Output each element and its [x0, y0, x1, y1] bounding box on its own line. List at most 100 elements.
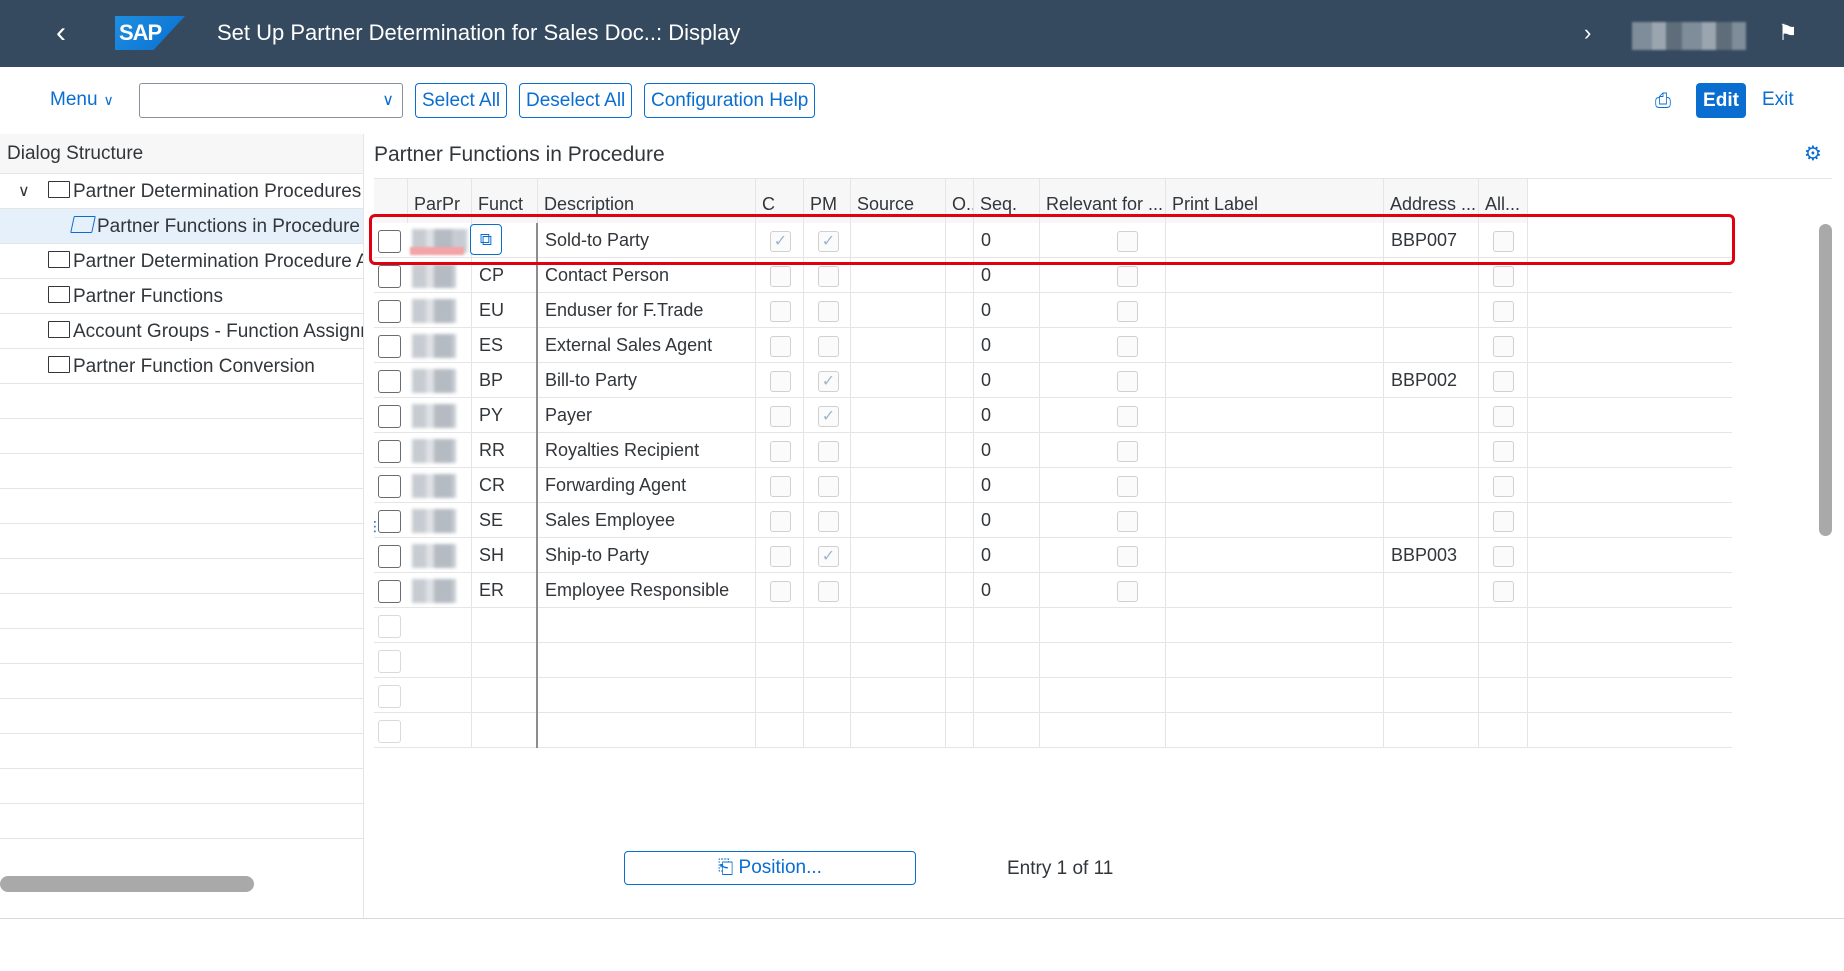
table-cell[interactable] — [804, 503, 851, 538]
checkbox[interactable] — [1117, 266, 1138, 287]
table-cell[interactable] — [1040, 468, 1166, 503]
table-cell[interactable] — [1479, 713, 1528, 748]
table-cell[interactable] — [1040, 538, 1166, 573]
vertical-scrollbar[interactable] — [1819, 224, 1832, 536]
table-cell[interactable]: Sales Employee — [538, 503, 756, 538]
table-row[interactable]: BP Bill-to Party ✓ 0 BBP002 — [374, 363, 1732, 398]
table-cell[interactable] — [1384, 713, 1479, 748]
table-cell[interactable] — [408, 293, 472, 328]
table-cell[interactable] — [1166, 608, 1384, 643]
table-cell[interactable] — [1384, 503, 1479, 538]
checkbox[interactable] — [818, 511, 839, 532]
table-cell[interactable] — [1479, 643, 1528, 678]
table-cell[interactable]: External Sales Agent — [538, 328, 756, 363]
table-cell[interactable] — [946, 503, 974, 538]
checkbox[interactable] — [770, 546, 791, 567]
checkbox-checked[interactable]: ✓ — [818, 546, 839, 567]
table-cell[interactable]: 0 — [974, 433, 1040, 468]
table-cell[interactable]: ✓ — [804, 538, 851, 573]
table-row[interactable]: ES External Sales Agent 0 — [374, 328, 1732, 363]
table-cell[interactable] — [946, 363, 974, 398]
table-cell[interactable]: RR — [472, 433, 538, 468]
table-cell[interactable]: 0 — [974, 573, 1040, 608]
table-cell[interactable] — [804, 713, 851, 748]
table-row[interactable]: SH Ship-to Party ✓ 0 BBP003 — [374, 538, 1732, 573]
table-cell[interactable] — [1479, 293, 1528, 328]
table-cell[interactable] — [408, 503, 472, 538]
table-cell[interactable] — [804, 608, 851, 643]
table-cell[interactable] — [1166, 363, 1384, 398]
table-cell[interactable] — [408, 608, 472, 643]
table-cell[interactable] — [1479, 398, 1528, 433]
table-cell[interactable]: Ship-to Party — [538, 538, 756, 573]
table-cell[interactable]: 0 — [974, 328, 1040, 363]
row-select-checkbox[interactable] — [378, 335, 401, 358]
configuration-help-button[interactable]: Configuration Help — [644, 83, 816, 118]
table-cell[interactable] — [472, 713, 538, 748]
horizontal-scrollbar[interactable] — [0, 876, 254, 892]
tree-item-procedure-assignment[interactable]: Partner Determination Procedure Assignme… — [0, 244, 363, 279]
table-cell[interactable] — [756, 363, 804, 398]
table-cell[interactable] — [946, 328, 974, 363]
table-cell[interactable] — [804, 573, 851, 608]
position-button[interactable]: ⎗ Position... — [624, 851, 916, 885]
checkbox[interactable] — [1117, 511, 1138, 532]
checkbox[interactable] — [818, 441, 839, 462]
row-select-checkbox[interactable] — [378, 545, 401, 568]
table-cell[interactable] — [804, 433, 851, 468]
table-cell[interactable] — [756, 503, 804, 538]
table-cell[interactable] — [472, 678, 538, 713]
table-cell[interactable] — [1384, 678, 1479, 713]
table-cell[interactable] — [1040, 608, 1166, 643]
table-cell[interactable] — [472, 608, 538, 643]
table-cell[interactable] — [851, 468, 946, 503]
table-cell[interactable] — [804, 643, 851, 678]
table-cell[interactable] — [1166, 573, 1384, 608]
table-cell[interactable]: CR — [472, 468, 538, 503]
table-cell[interactable] — [756, 328, 804, 363]
select-all-button[interactable]: Select All — [415, 83, 508, 118]
table-cell[interactable]: ES — [472, 328, 538, 363]
table-cell[interactable] — [946, 608, 974, 643]
table-cell[interactable]: 0 — [974, 538, 1040, 573]
checkbox[interactable] — [770, 511, 791, 532]
table-cell[interactable]: SE — [472, 503, 538, 538]
table-cell[interactable] — [974, 608, 1040, 643]
row-select-checkbox[interactable] — [378, 440, 401, 463]
row-select-checkbox[interactable] — [378, 265, 401, 288]
table-cell[interactable] — [851, 293, 946, 328]
table-cell[interactable] — [1479, 538, 1528, 573]
table-cell[interactable] — [1384, 433, 1479, 468]
checkbox[interactable] — [770, 406, 791, 427]
table-cell[interactable] — [1166, 398, 1384, 433]
table-cell[interactable] — [756, 643, 804, 678]
table-cell[interactable] — [851, 328, 946, 363]
row-select-checkbox[interactable] — [378, 650, 401, 673]
table-row[interactable] — [374, 643, 1732, 678]
tree-item-function-conversion[interactable]: Partner Function Conversion — [0, 349, 363, 384]
checkbox[interactable] — [1493, 266, 1514, 287]
checkbox[interactable] — [1493, 406, 1514, 427]
exit-button[interactable]: Exit — [1762, 89, 1794, 111]
table-cell[interactable] — [472, 643, 538, 678]
checkbox[interactable] — [770, 441, 791, 462]
tree-item-procedures[interactable]: ∨ Partner Determination Procedures — [0, 174, 363, 209]
row-select-checkbox[interactable] — [378, 510, 401, 533]
table-cell[interactable] — [408, 678, 472, 713]
checkbox-checked[interactable]: ✓ — [818, 371, 839, 392]
checkbox[interactable] — [1117, 476, 1138, 497]
table-cell[interactable] — [756, 573, 804, 608]
table-cell[interactable] — [538, 608, 756, 643]
table-cell[interactable] — [946, 643, 974, 678]
table-cell[interactable] — [1040, 573, 1166, 608]
table-cell[interactable]: SH — [472, 538, 538, 573]
table-cell[interactable]: Royalties Recipient — [538, 433, 756, 468]
sap-logo[interactable]: SAP — [115, 16, 185, 50]
table-cell[interactable] — [1040, 433, 1166, 468]
row-select-checkbox[interactable] — [378, 615, 401, 638]
table-row[interactable] — [374, 608, 1732, 643]
table-row[interactable]: CR Forwarding Agent 0 — [374, 468, 1732, 503]
table-cell[interactable] — [1166, 433, 1384, 468]
table-cell[interactable] — [1479, 678, 1528, 713]
table-cell[interactable] — [1479, 503, 1528, 538]
